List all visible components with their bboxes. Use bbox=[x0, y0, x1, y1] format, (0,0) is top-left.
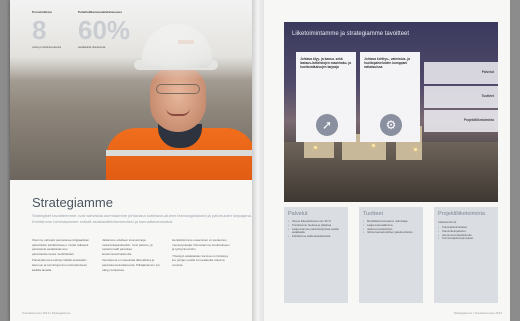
stats-band: Porssiinkirma 8 uutta puhelinkeskusta Pu… bbox=[10, 0, 262, 80]
tab-palvelut: Palvelut bbox=[424, 62, 498, 84]
service-column: Palvelut Osuus liikevaihdosta noin 30 % … bbox=[284, 207, 348, 303]
tab-projektiliiketoiminta: Projektiliiketoiminta bbox=[424, 110, 498, 132]
stat-label: Porssiinkirma bbox=[32, 10, 52, 14]
goal-card: Johtava kehitys-, valmistus- ja huoltopa… bbox=[360, 52, 420, 142]
service-column: Tuotteet Merkittävä kotimainen valmistaj… bbox=[359, 207, 423, 303]
site-light bbox=[372, 144, 375, 147]
page-title: Strategiamme bbox=[32, 195, 113, 210]
lead-paragraph: Strategiset tavoitteemme ovat vahvistaa … bbox=[32, 213, 252, 224]
tab-label: Tuotteet bbox=[481, 94, 494, 98]
page-footer: Strategiamme | Vuosikertomus 2013 bbox=[453, 311, 502, 315]
service-title: Tuotteet bbox=[363, 211, 383, 217]
stat-block: Puhelinliikennemarkkinaosuus 60% asiakka… bbox=[78, 10, 130, 49]
service-subtitle: Liiketoiminnot bbox=[438, 220, 457, 224]
stat-desc: uutta puhelinkeskusta bbox=[32, 45, 62, 49]
service-item: Kunnossapitosopimukset bbox=[438, 237, 494, 241]
text-column: Henkilöstömme osaaminen on keskeinen men… bbox=[172, 238, 232, 270]
stat-label: Puhelinliikennemarkkinaosuus bbox=[78, 10, 123, 14]
worker-photo: Porssiinkirma 8 uutta puhelinkeskusta Pu… bbox=[10, 0, 262, 180]
paragraph: Yhteistyö asiakkaiden kanssa on tiivistä… bbox=[172, 253, 228, 267]
gear-icon: ⚙ bbox=[380, 114, 402, 136]
tab-label: Projektiliiketoiminta bbox=[463, 118, 494, 122]
tab-tuotteet: Tuotteet bbox=[424, 86, 498, 108]
goals-panel: Liiketoimintamme ja strategiamme tavoitt… bbox=[284, 22, 498, 202]
page-footer: Vuosikertomus 2013 | Strategiamme bbox=[22, 311, 71, 315]
vest-stripe bbox=[106, 150, 256, 156]
stat-desc: asiakkaita tilauksista bbox=[78, 45, 106, 49]
plant-building bbox=[304, 142, 334, 158]
tab-label: Palvelut bbox=[481, 70, 494, 74]
paragraph: Olemme vahvasti panostaneet digitaaliste… bbox=[32, 238, 90, 256]
arrow-icon: ➚ bbox=[316, 114, 338, 136]
left-page: Porssiinkirma 8 uutta puhelinkeskusta Pu… bbox=[10, 0, 262, 321]
service-item: Vahva kansainvälinen jakeluverkosto bbox=[363, 231, 419, 235]
site-light bbox=[414, 148, 417, 151]
service-title: Projektiliiketoiminta bbox=[438, 211, 486, 217]
text-column: Jatkamme edelleen investointeja tuotanto… bbox=[102, 238, 162, 274]
goal-card: Johtava älyy- ja kaasu- sekä lastaus-lai… bbox=[296, 52, 356, 142]
service-title: Palvelut bbox=[288, 211, 308, 217]
glasses bbox=[156, 84, 200, 94]
page-fold bbox=[252, 0, 264, 321]
service-column: Projektiliiketoiminta Liiketoiminnot Kok… bbox=[434, 207, 498, 303]
panel-title: Liiketoimintamme ja strategiamme tavoitt… bbox=[292, 31, 410, 37]
paragraph: Henkilöstömme osaaminen on keskeinen men… bbox=[172, 238, 230, 252]
service-item: Kehitämme etähuoltopalveluita bbox=[288, 234, 344, 239]
document-spread: Porssiinkirma 8 uutta puhelinkeskusta Pu… bbox=[0, 0, 520, 321]
paragraph: Palveluidemme kehitys tähtää kestävään k… bbox=[32, 258, 88, 272]
stat-block: Porssiinkirma 8 uutta puhelinkeskusta bbox=[32, 10, 61, 49]
paragraph: Jatkamme edelleen investointeja tuotanto… bbox=[102, 238, 153, 256]
text-column: Olemme vahvasti panostaneet digitaaliste… bbox=[32, 238, 92, 274]
goal-text: Johtava kehitys-, valmistus- ja huoltopa… bbox=[364, 57, 411, 70]
paragraph: Tavoitteena on kasvattaa liikevaihtoa ja… bbox=[102, 258, 160, 272]
stat-value: 60% bbox=[78, 15, 131, 45]
stat-value: 8 bbox=[32, 15, 47, 45]
goal-text: Johtava älyy- ja kaasu- sekä lastaus-lai… bbox=[300, 57, 352, 70]
site-light bbox=[314, 146, 317, 149]
right-page: Liiketoimintamme ja strategiamme tavoitt… bbox=[264, 0, 510, 321]
